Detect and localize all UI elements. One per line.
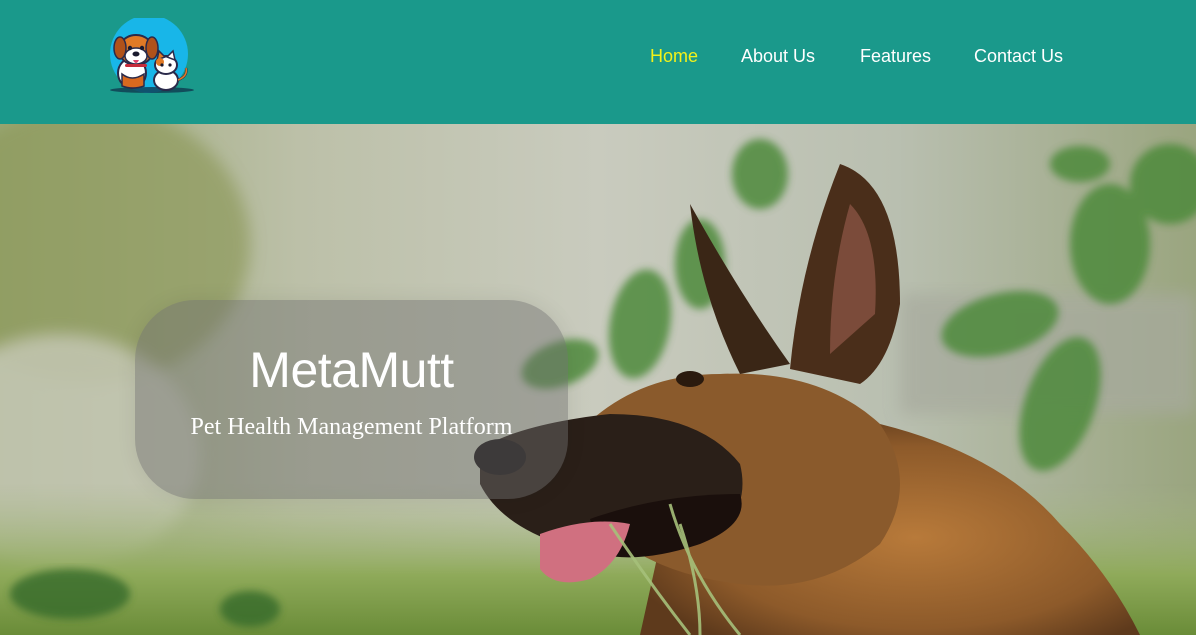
nav-home-link[interactable]: Home	[650, 45, 698, 67]
main-nav: Home About Us Features Contact Us	[0, 45, 1196, 69]
hero-title-card: MetaMutt Pet Health Management Platform	[135, 300, 568, 499]
nav-about-us-link[interactable]: About Us	[741, 45, 815, 67]
nav-contact-us-link[interactable]: Contact Us	[974, 45, 1063, 67]
site-header: Home About Us Features Contact Us	[0, 0, 1196, 124]
hero-subtitle: Pet Health Management Platform	[190, 414, 513, 440]
hero-title: MetaMutt	[249, 342, 454, 398]
nav-features-link[interactable]: Features	[860, 45, 931, 67]
hero-section: MetaMutt Pet Health Management Platform	[0, 124, 1196, 635]
